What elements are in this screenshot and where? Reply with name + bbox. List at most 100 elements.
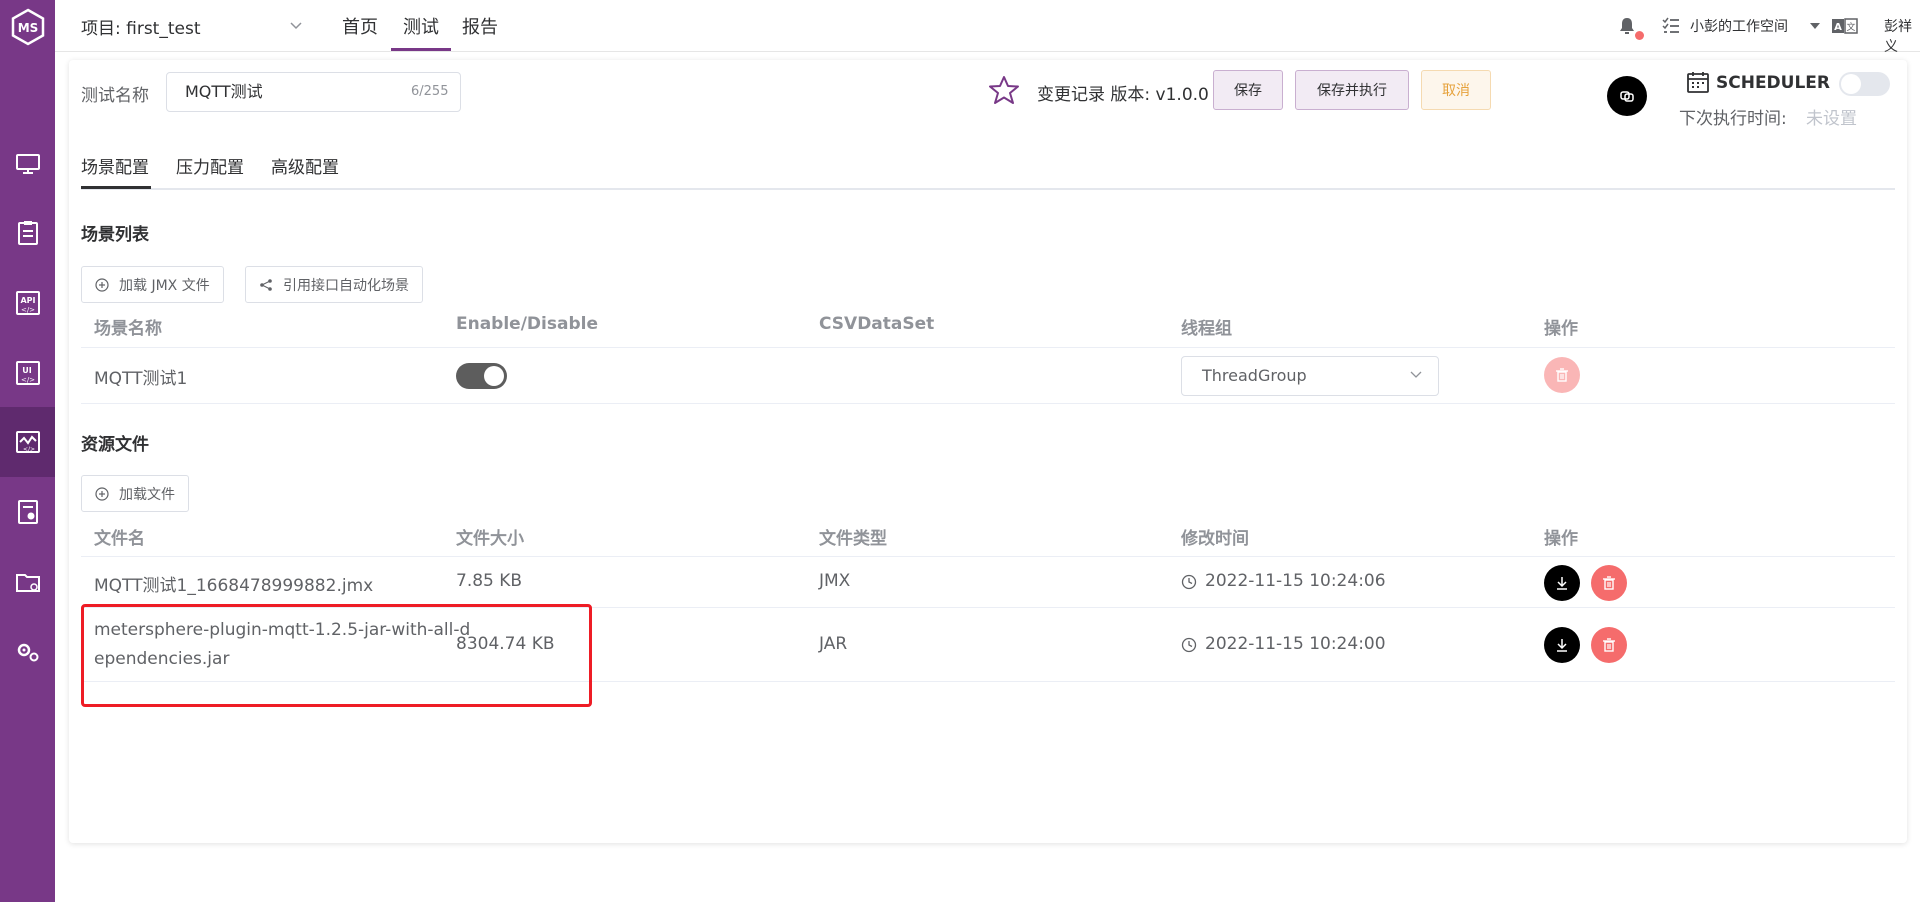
nav-home[interactable]: 首页 — [342, 13, 378, 39]
tab-active-indicator — [81, 186, 151, 189]
clock-icon — [1181, 637, 1197, 653]
col-csv-dataset: CSVDataSet — [819, 314, 935, 334]
trash-icon — [1556, 368, 1568, 382]
col-modified-time: 修改时间 — [1181, 529, 1249, 549]
user-menu[interactable]: 彭祥义 — [1884, 16, 1920, 56]
next-exec-value: 未设置 — [1806, 109, 1857, 129]
thread-group-select[interactable]: ThreadGroup — [1181, 356, 1439, 396]
report-icon[interactable] — [12, 496, 44, 528]
scheduler-label: SCHEDULER — [1716, 73, 1831, 93]
bell-icon[interactable] — [1617, 16, 1637, 36]
download-icon — [1557, 577, 1567, 590]
char-counter: 6/255 — [411, 84, 449, 99]
tab-advanced-config[interactable]: 高级配置 — [271, 153, 339, 178]
language-icon[interactable]: A文 — [1832, 18, 1858, 34]
download-file-button[interactable] — [1544, 565, 1580, 601]
clock-icon — [1181, 574, 1197, 590]
load-jmx-label: 加载 JMX 文件 — [119, 277, 210, 294]
col-enable-disable: Enable/Disable — [456, 314, 598, 334]
scheduler-toggle[interactable] — [1839, 72, 1890, 96]
download-file-button[interactable] — [1544, 627, 1580, 663]
load-file-label: 加载文件 — [119, 486, 175, 503]
config-tabs: 场景配置 压力配置 高级配置 — [81, 153, 1895, 190]
next-exec-label: 下次执行时间: — [1679, 109, 1787, 129]
top-header: 项目: first_test 首页 测试 报告 小彭的工作空间 A文 彭祥义 — [55, 0, 1920, 55]
svg-text:</>: </> — [21, 376, 35, 384]
performance-test-icon[interactable]: </> — [12, 426, 44, 458]
project-folder-icon[interactable] — [12, 566, 44, 598]
file-type-cell: JAR — [819, 634, 848, 654]
delete-scene-button[interactable] — [1544, 357, 1580, 393]
delete-file-button[interactable] — [1591, 627, 1627, 663]
scene-enable-toggle[interactable] — [456, 363, 507, 389]
svg-text:MS: MS — [18, 21, 39, 35]
col-file-size: 文件大小 — [456, 529, 524, 549]
plus-circle-icon — [95, 277, 109, 292]
workbench-monitor-icon[interactable] — [12, 148, 44, 180]
plus-circle-icon — [95, 486, 109, 501]
workspace-selector[interactable]: 小彭的工作空间 — [1690, 16, 1788, 36]
test-editor-card: 测试名称 MQTT测试 6/255 变更记录 版本: v1.0.0 保存 保存并… — [69, 60, 1907, 843]
nav-active-indicator — [391, 48, 451, 51]
nav-report[interactable]: 报告 — [462, 13, 498, 39]
annotation-highlight-box — [81, 604, 592, 707]
test-name-label: 测试名称 — [81, 86, 149, 106]
svg-text:UI: UI — [22, 366, 31, 375]
reference-scene-label: 引用接口自动化场景 — [283, 277, 409, 294]
download-icon — [1557, 639, 1567, 652]
trash-icon — [1603, 638, 1615, 652]
save-button[interactable]: 保存 — [1213, 70, 1283, 110]
project-selector[interactable]: 项目: first_test — [81, 14, 201, 39]
copy-link-button[interactable] — [1607, 76, 1647, 116]
load-jmx-button[interactable]: 加载 JMX 文件 — [81, 266, 224, 303]
svg-text:A: A — [1834, 22, 1842, 33]
test-track-clipboard-icon[interactable] — [12, 217, 44, 249]
svg-text:</>: </> — [21, 306, 35, 314]
chevron-down-icon[interactable] — [288, 18, 304, 34]
sidebar: MS API </> UI </> </> — [0, 0, 55, 902]
save-and-run-button[interactable]: 保存并执行 — [1295, 70, 1409, 110]
svg-text:API: API — [20, 296, 35, 305]
svg-text:</>: </> — [23, 446, 35, 453]
share-icon — [260, 278, 272, 291]
row-divider — [81, 556, 1895, 557]
file-size-cell: 7.85 KB — [456, 571, 523, 591]
trash-icon — [1603, 576, 1615, 590]
load-file-button[interactable]: 加载文件 — [81, 475, 189, 512]
col-file-name: 文件名 — [94, 529, 145, 549]
delete-file-button[interactable] — [1591, 565, 1627, 601]
api-test-icon[interactable]: API </> — [12, 287, 44, 319]
svg-text:文: 文 — [1846, 21, 1855, 33]
file-time-cell: 2022-11-15 10:24:06 — [1205, 571, 1386, 591]
metersphere-logo-icon[interactable]: MS — [9, 8, 47, 46]
link-icon — [1620, 91, 1634, 102]
col-thread-group: 线程组 — [1181, 319, 1232, 339]
file-name-cell: MQTT测试1_1668478999882.jmx — [94, 576, 374, 596]
col-scene-name: 场景名称 — [94, 319, 162, 339]
file-time-cell: 2022-11-15 10:24:00 — [1205, 634, 1386, 654]
row-divider — [81, 347, 1895, 348]
tab-pressure-config[interactable]: 压力配置 — [176, 153, 244, 178]
chevron-down-icon[interactable] — [1409, 368, 1423, 382]
test-name-value: MQTT测试 — [185, 82, 263, 101]
scene-name-cell: MQTT测试1 — [94, 369, 188, 389]
settings-gears-icon[interactable] — [12, 636, 44, 668]
notification-dot — [1635, 31, 1644, 40]
nav-test[interactable]: 测试 — [403, 13, 439, 39]
col-file-actions: 操作 — [1544, 529, 1578, 549]
resource-files-title: 资源文件 — [81, 435, 149, 455]
calendar-icon — [1687, 72, 1709, 93]
reference-scene-button[interactable]: 引用接口自动化场景 — [245, 266, 423, 303]
thread-group-value: ThreadGroup — [1202, 366, 1307, 385]
col-file-type: 文件类型 — [819, 529, 887, 549]
star-icon[interactable] — [988, 74, 1020, 106]
change-log-version[interactable]: 变更记录 版本: v1.0.0 — [1037, 80, 1209, 105]
workspace-list-icon — [1662, 17, 1679, 33]
cancel-button[interactable]: 取消 — [1421, 70, 1491, 110]
file-type-cell: JMX — [819, 571, 851, 591]
scene-list-title: 场景列表 — [81, 225, 149, 245]
ui-test-icon[interactable]: UI </> — [12, 357, 44, 389]
row-divider — [81, 403, 1895, 404]
tab-scene-config[interactable]: 场景配置 — [81, 153, 149, 178]
caret-down-icon[interactable] — [1810, 23, 1820, 29]
